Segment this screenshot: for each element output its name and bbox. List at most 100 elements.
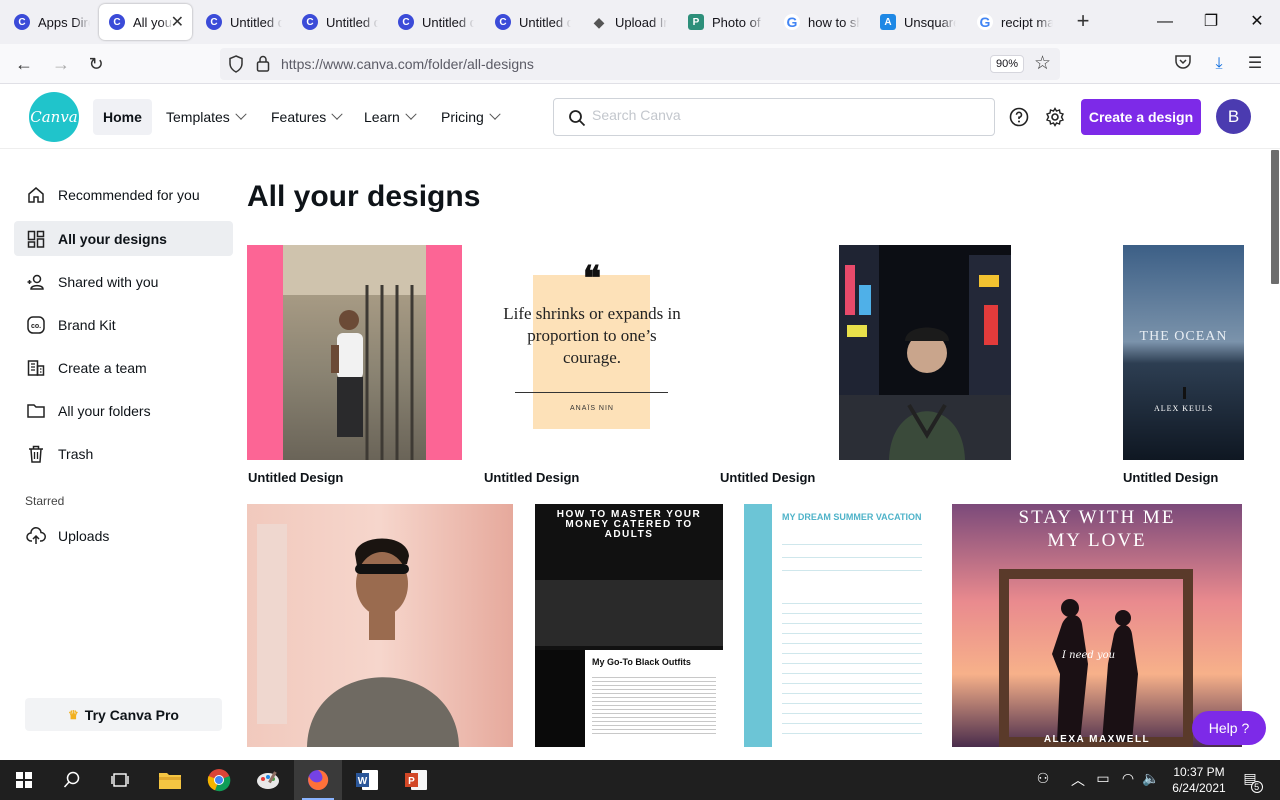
canva-logo[interactable]: Canva [29,92,79,142]
browser-tab[interactable]: A Unsquared [870,4,962,40]
nav-home[interactable]: Home [93,99,152,135]
create-design-button[interactable]: Create a design [1081,99,1201,135]
minimize-window-icon[interactable]: — [1153,10,1177,34]
system-clock[interactable]: 10:37 PM 6/24/2021 [1164,764,1234,796]
lock-icon[interactable] [256,54,270,72]
address-bar[interactable]: https://www.canva.com/folder/all-designs… [220,48,1060,80]
browser-tab[interactable]: P Photo of Man [678,4,770,40]
article-heading: My Go-To Black Outfits [592,657,691,667]
forward-arrow-icon[interactable]: → [48,51,74,77]
downloads-icon[interactable]: ⤓ [1208,53,1230,75]
file-explorer-icon[interactable] [146,760,194,800]
vacation-heading: MY DREAM SUMMER VACATION [782,512,922,522]
zoom-level-badge[interactable]: 90% [990,55,1025,73]
user-avatar[interactable]: B [1216,99,1251,134]
design-thumbnail[interactable] [247,245,462,460]
new-tab-icon[interactable]: + [1073,10,1093,34]
poster-author: ALEXA MAXWELL [1043,734,1151,745]
browser-tab[interactable]: G recipt maker [967,4,1059,40]
svg-text:P: P [408,776,415,787]
windows-start-icon[interactable] [0,760,48,800]
browser-tab[interactable]: ◆ Upload Image [581,4,673,40]
canva-favicon-icon [398,14,414,30]
sidebar-item-shared[interactable]: Shared with you [14,264,233,299]
brand-kit-icon: co. [27,315,45,334]
design-card[interactable]: MY DREAM SUMMER VACATION [744,504,930,747]
close-window-icon[interactable]: ✕ [1245,10,1269,34]
page-title: All your designs [247,180,481,213]
design-thumbnail[interactable]: MY DREAM SUMMER VACATION [744,504,930,747]
design-thumbnail[interactable] [247,504,513,747]
reload-icon[interactable]: ↻ [83,51,109,77]
nav-learn[interactable]: Learn [354,99,425,135]
quote-text: Life shrinks or expands in proportion to… [503,304,681,367]
bookmark-star-icon[interactable]: ☆ [1034,52,1051,75]
design-thumbnail[interactable]: ❝ Life shrinks or expands in proportion … [484,245,700,460]
nav-templates[interactable]: Templates [156,99,255,135]
browser-tab[interactable]: Untitled design [292,4,384,40]
design-card[interactable]: Untitled Design [247,245,462,490]
app-menu-icon[interactable]: ☰ [1244,53,1266,75]
sidebar-item-folders[interactable]: All your folders [14,393,233,428]
design-card[interactable]: STAY WITH ME MY LOVE I need you ALEXA MA… [952,504,1242,747]
poster-script: I need you [1062,650,1116,661]
browser-tab[interactable]: Untitled design [485,4,577,40]
design-thumbnail[interactable]: HOW TO MASTER YOUR MONEY CATERED TO ADUL… [535,504,723,747]
design-card[interactable]: Untitled Design [720,245,1100,490]
try-canva-pro-button[interactable]: ♛ Try Canva Pro [25,698,222,731]
word-icon[interactable]: W [343,760,391,800]
poster-title: THE OCEAN [1139,329,1228,344]
people-icon[interactable]: ⚇ [1033,770,1053,787]
help-circle-icon[interactable] [1009,107,1029,127]
close-tab-icon[interactable]: ✕ [171,12,184,32]
taskbar-search-icon[interactable] [48,760,96,800]
quote-author: ANAÏS NIN [569,405,614,412]
search-box[interactable] [553,98,995,136]
design-card[interactable] [247,504,513,747]
design-thumbnail[interactable] [839,245,1011,460]
restore-window-icon[interactable]: ❐ [1199,10,1223,34]
help-button[interactable]: Help ? [1192,711,1266,745]
design-card[interactable]: HOW TO MASTER YOUR MONEY CATERED TO ADUL… [535,504,723,747]
sidebar-item-trash[interactable]: Trash [14,436,233,471]
browser-tab-active[interactable]: All your designs ✕ [99,4,192,40]
sidebar-item-recommended[interactable]: Recommended for you [14,177,233,212]
nav-pricing[interactable]: Pricing [431,99,509,135]
design-thumbnail[interactable]: STAY WITH ME MY LOVE I need you ALEXA MA… [952,504,1242,747]
sidebar-item-create-team[interactable]: Create a team [14,350,233,385]
search-input[interactable] [592,107,972,123]
sidebar-item-brand-kit[interactable]: co. Brand Kit [14,307,233,342]
volume-icon[interactable]: 🔈 [1141,770,1161,787]
canva-header: Canva Home Templates Features Learn Pric… [0,84,1280,149]
battery-icon[interactable]: ▭ [1093,770,1113,787]
settings-gear-icon[interactable] [1045,107,1065,127]
nav-features[interactable]: Features [261,99,351,135]
browser-tab[interactable]: Apps Directory [4,4,96,40]
powerpoint-icon[interactable]: P [392,760,440,800]
design-thumbnail[interactable]: THE OCEAN ALEX KEULS [1123,245,1244,460]
search-icon [569,110,586,127]
page-scrollbar[interactable] [1271,150,1279,284]
pocket-icon[interactable] [1172,53,1194,75]
back-arrow-icon[interactable]: ← [11,51,37,77]
quote-divider [515,392,668,393]
notification-center-icon[interactable]: ▤ 5 [1240,770,1263,793]
firefox-icon[interactable] [294,760,342,800]
browser-tab[interactable]: Untitled design [196,4,288,40]
show-hidden-icons-chevron-icon[interactable]: ︿ [1068,770,1088,790]
design-card[interactable]: ❝ Life shrinks or expands in proportion … [484,245,700,490]
sidebar-item-all-designs[interactable]: All your designs [14,221,233,256]
url-text[interactable]: https://www.canva.com/folder/all-designs [281,56,534,72]
tracking-shield-icon[interactable] [228,55,244,73]
chrome-icon[interactable] [195,760,243,800]
trash-icon [29,445,43,463]
chevron-down-icon [331,108,343,120]
wifi-icon[interactable]: ◠ [1118,770,1138,787]
task-view-icon[interactable] [96,760,144,800]
browser-tab[interactable]: Untitled design [388,4,480,40]
design-card[interactable]: THE OCEAN ALEX KEULS Untitled Design [1123,245,1244,490]
browser-tab[interactable]: G how to show [774,4,866,40]
sidebar-item-uploads[interactable]: Uploads [14,518,233,553]
canva-favicon-icon [302,14,318,30]
paint-icon[interactable] [244,760,292,800]
